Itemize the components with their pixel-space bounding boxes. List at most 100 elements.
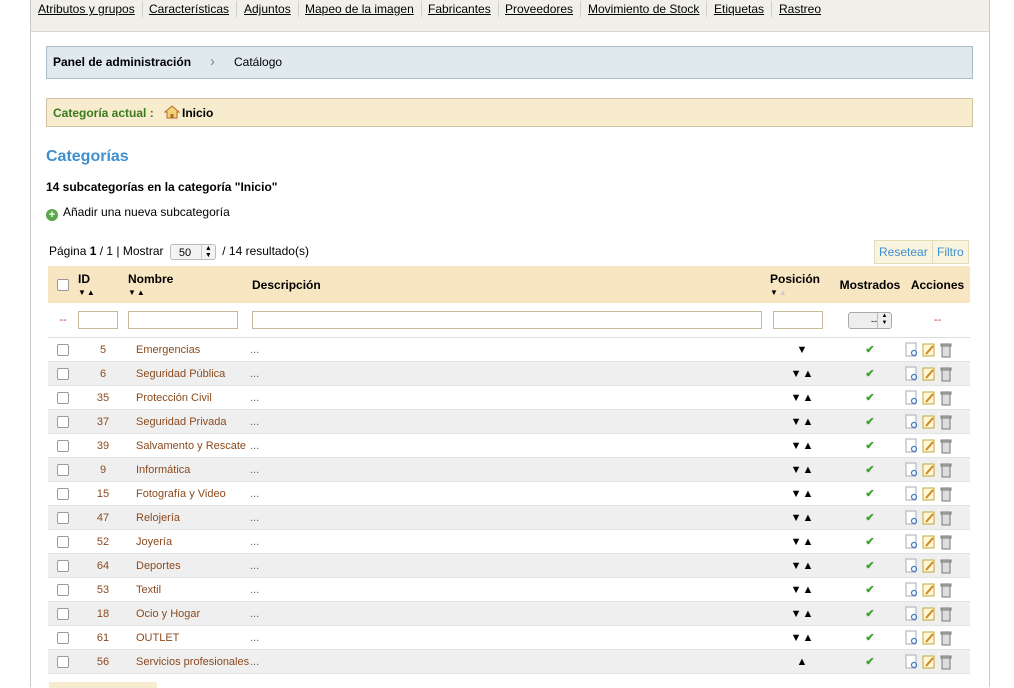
row-name[interactable]: Fotografía y Video bbox=[128, 481, 250, 506]
shown-check-icon[interactable]: ✔ bbox=[835, 577, 905, 602]
table-row[interactable]: 61 OUTLET... ▼▲ ✔ bbox=[48, 625, 970, 650]
delete-icon[interactable] bbox=[939, 414, 953, 430]
edit-icon[interactable] bbox=[922, 414, 936, 430]
row-checkbox[interactable] bbox=[57, 487, 69, 500]
shown-check-icon[interactable]: ✔ bbox=[835, 505, 905, 530]
row-checkbox[interactable] bbox=[57, 367, 69, 380]
row-checkbox[interactable] bbox=[57, 463, 69, 476]
row-checkbox[interactable] bbox=[57, 583, 69, 596]
shown-check-icon[interactable]: ✔ bbox=[835, 337, 905, 362]
view-icon[interactable] bbox=[905, 582, 919, 598]
tab-movimiento-stock[interactable]: Movimiento de Stock bbox=[581, 1, 708, 17]
delete-icon[interactable] bbox=[939, 438, 953, 454]
row-checkbox[interactable] bbox=[57, 607, 69, 620]
shown-check-icon[interactable]: ✔ bbox=[835, 529, 905, 554]
filter-position-input[interactable] bbox=[773, 311, 823, 329]
filter-name-input[interactable] bbox=[128, 311, 238, 329]
table-row[interactable]: 35 Protección Civil... ▼▲ ✔ bbox=[48, 385, 970, 410]
row-name[interactable]: Informática bbox=[128, 457, 250, 482]
table-row[interactable]: 15 Fotografía y Video... ▼▲ ✔ bbox=[48, 481, 970, 506]
add-subcategory-link[interactable]: + Añadir una nueva subcategoría bbox=[46, 205, 230, 221]
row-id[interactable]: 61 bbox=[78, 625, 128, 650]
sort-id-icon[interactable]: ▼▲ bbox=[78, 288, 128, 297]
row-checkbox[interactable] bbox=[57, 631, 69, 644]
table-row[interactable]: 9 Informática... ▼▲ ✔ bbox=[48, 457, 970, 482]
tab-atributos[interactable]: Atributos y grupos bbox=[31, 1, 143, 17]
breadcrumb-admin[interactable]: Panel de administración bbox=[53, 55, 191, 69]
position-arrows-icon[interactable]: ▼▲ bbox=[770, 529, 835, 554]
shown-check-icon[interactable]: ✔ bbox=[835, 625, 905, 650]
sort-position-icon[interactable]: ▼▲ bbox=[770, 288, 835, 297]
edit-icon[interactable] bbox=[922, 534, 936, 550]
shown-check-icon[interactable]: ✔ bbox=[835, 601, 905, 626]
row-checkbox[interactable] bbox=[57, 415, 69, 428]
delete-icon[interactable] bbox=[939, 390, 953, 406]
row-name[interactable]: Ocio y Hogar bbox=[128, 601, 250, 626]
tab-caracteristicas[interactable]: Características bbox=[142, 1, 238, 17]
view-icon[interactable] bbox=[905, 342, 919, 358]
shown-check-icon[interactable]: ✔ bbox=[835, 457, 905, 482]
row-id[interactable]: 52 bbox=[78, 529, 128, 554]
edit-icon[interactable] bbox=[922, 438, 936, 454]
delete-icon[interactable] bbox=[939, 630, 953, 646]
row-id[interactable]: 6 bbox=[78, 361, 128, 386]
row-name[interactable]: Seguridad Privada bbox=[128, 409, 250, 434]
row-name[interactable]: Deportes bbox=[128, 553, 250, 578]
view-icon[interactable] bbox=[905, 486, 919, 502]
row-checkbox[interactable] bbox=[57, 559, 69, 572]
position-arrows-icon[interactable]: ▼▲ bbox=[770, 481, 835, 506]
table-row[interactable]: 18 Ocio y Hogar... ▼▲ ✔ bbox=[48, 601, 970, 626]
edit-icon[interactable] bbox=[922, 630, 936, 646]
row-id[interactable]: 37 bbox=[78, 409, 128, 434]
filter-id-input[interactable] bbox=[78, 311, 118, 329]
edit-icon[interactable] bbox=[922, 486, 936, 502]
position-arrows-icon[interactable]: ▼▲ bbox=[770, 505, 835, 530]
view-icon[interactable] bbox=[905, 558, 919, 574]
table-row[interactable]: 5 Emergencias... ▼ ✔ bbox=[48, 337, 970, 362]
shown-check-icon[interactable]: ✔ bbox=[835, 433, 905, 458]
delete-icon[interactable] bbox=[939, 582, 953, 598]
row-name[interactable]: Seguridad Pública bbox=[128, 361, 250, 386]
row-id[interactable]: 9 bbox=[78, 457, 128, 482]
sort-name-icon[interactable]: ▼▲ bbox=[128, 288, 250, 297]
view-icon[interactable] bbox=[905, 534, 919, 550]
row-checkbox[interactable] bbox=[57, 535, 69, 548]
position-arrows-icon[interactable]: ▼▲ bbox=[770, 433, 835, 458]
table-row[interactable]: 52 Joyería... ▼▲ ✔ bbox=[48, 529, 970, 554]
table-row[interactable]: 6 Seguridad Pública... ▼▲ ✔ bbox=[48, 361, 970, 386]
view-icon[interactable] bbox=[905, 606, 919, 622]
position-arrows-icon[interactable]: ▼ bbox=[770, 337, 835, 362]
view-icon[interactable] bbox=[905, 654, 919, 670]
edit-icon[interactable] bbox=[922, 510, 936, 526]
position-arrows-icon[interactable]: ▲ bbox=[770, 649, 835, 674]
per-page-select[interactable]: 50 ▲ ▼ bbox=[169, 244, 216, 260]
row-name[interactable]: Joyería bbox=[128, 529, 250, 554]
row-id[interactable]: 18 bbox=[78, 601, 128, 626]
position-arrows-icon[interactable]: ▼▲ bbox=[770, 577, 835, 602]
select-all-checkbox[interactable] bbox=[57, 279, 69, 292]
delete-icon[interactable] bbox=[939, 366, 953, 382]
row-id[interactable]: 5 bbox=[78, 337, 128, 362]
position-arrows-icon[interactable]: ▼▲ bbox=[770, 409, 835, 434]
edit-icon[interactable] bbox=[922, 582, 936, 598]
delete-icon[interactable] bbox=[939, 606, 953, 622]
shown-check-icon[interactable]: ✔ bbox=[835, 649, 905, 674]
position-arrows-icon[interactable]: ▼▲ bbox=[770, 625, 835, 650]
row-name[interactable]: Servicios profesionales bbox=[128, 649, 250, 674]
position-arrows-icon[interactable]: ▼▲ bbox=[770, 601, 835, 626]
row-name[interactable]: Textil bbox=[128, 577, 250, 602]
shown-check-icon[interactable]: ✔ bbox=[835, 385, 905, 410]
position-arrows-icon[interactable]: ▼▲ bbox=[770, 553, 835, 578]
tab-fabricantes[interactable]: Fabricantes bbox=[421, 1, 499, 17]
delete-icon[interactable] bbox=[939, 534, 953, 550]
row-name[interactable]: OUTLET bbox=[128, 625, 250, 650]
row-checkbox[interactable] bbox=[57, 511, 69, 524]
view-icon[interactable] bbox=[905, 438, 919, 454]
view-icon[interactable] bbox=[905, 510, 919, 526]
row-id[interactable]: 53 bbox=[78, 577, 128, 602]
edit-icon[interactable] bbox=[922, 606, 936, 622]
delete-icon[interactable] bbox=[939, 486, 953, 502]
table-row[interactable]: 47 Relojería... ▼▲ ✔ bbox=[48, 505, 970, 530]
delete-icon[interactable] bbox=[939, 654, 953, 670]
row-id[interactable]: 47 bbox=[78, 505, 128, 530]
